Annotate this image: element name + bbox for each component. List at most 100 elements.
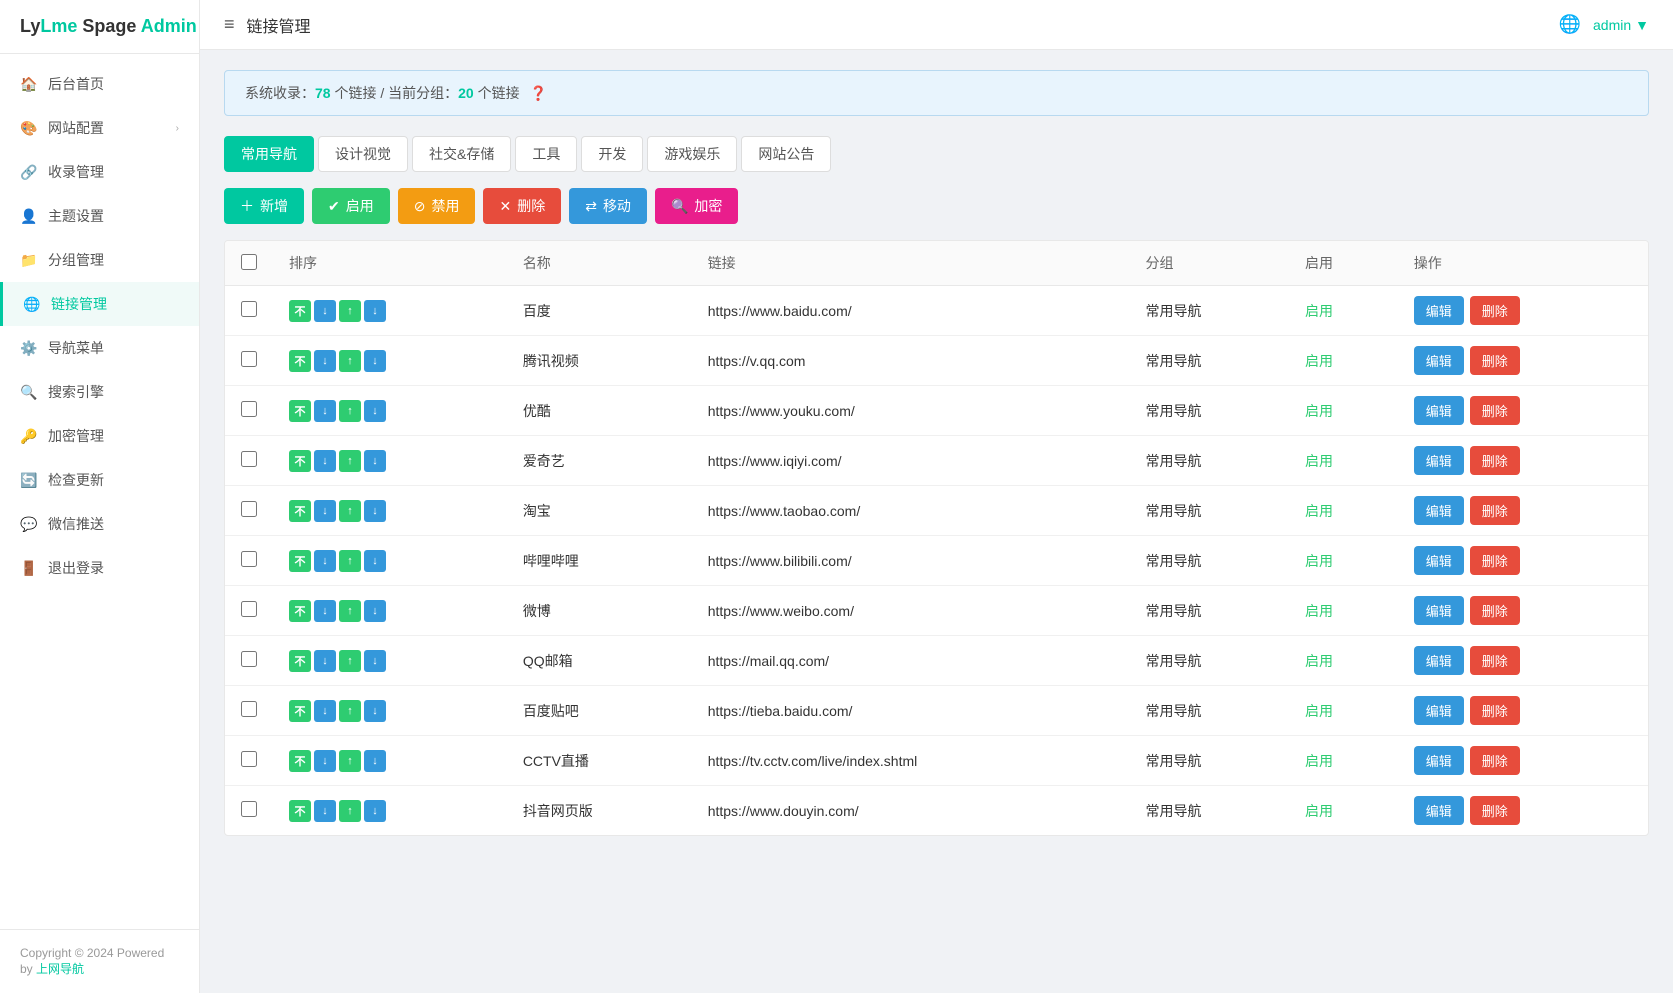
sort-down-2[interactable]: ↓ [364,400,386,422]
sidebar-item-nav-menu[interactable]: ⚙️ 导航菜单 [0,326,199,370]
user-menu[interactable]: admin ▼ [1593,17,1649,33]
sort-bottom-0[interactable]: ↓ [314,300,336,322]
sort-down-1[interactable]: ↓ [364,350,386,372]
select-all-checkbox[interactable] [241,254,257,270]
sort-bottom-8[interactable]: ↓ [314,700,336,722]
delete-button-4[interactable]: 删除 [1470,496,1520,525]
edit-button-6[interactable]: 编辑 [1414,596,1464,625]
sort-top-7[interactable]: 不 [289,650,311,672]
delete-button-3[interactable]: 删除 [1470,446,1520,475]
sort-top-2[interactable]: 不 [289,400,311,422]
enable-button[interactable]: ✔ 启用 [312,188,390,224]
hamburger-icon[interactable]: ≡ [224,14,235,35]
sidebar-item-wechat[interactable]: 💬 微信推送 [0,502,199,546]
sidebar-item-links[interactable]: 🌐 链接管理 [0,282,199,326]
sidebar-item-group[interactable]: 📁 分组管理 [0,238,199,282]
move-button[interactable]: ⇄ 移动 [569,188,647,224]
sort-top-5[interactable]: 不 [289,550,311,572]
sort-top-8[interactable]: 不 [289,700,311,722]
sort-up-0[interactable]: ↑ [339,300,361,322]
row-checkbox-6[interactable] [241,601,257,617]
sidebar-item-dashboard[interactable]: 🏠 后台首页 [0,62,199,106]
help-icon[interactable]: ❓ [530,85,547,101]
sort-up-8[interactable]: ↑ [339,700,361,722]
sort-up-7[interactable]: ↑ [339,650,361,672]
sort-top-1[interactable]: 不 [289,350,311,372]
sort-down-5[interactable]: ↓ [364,550,386,572]
edit-button-9[interactable]: 编辑 [1414,746,1464,775]
row-checkbox-2[interactable] [241,401,257,417]
sidebar-item-logout[interactable]: 🚪 退出登录 [0,546,199,590]
sort-up-1[interactable]: ↑ [339,350,361,372]
sort-bottom-3[interactable]: ↓ [314,450,336,472]
sort-bottom-10[interactable]: ↓ [314,800,336,822]
tab-games[interactable]: 游戏娱乐 [647,136,737,172]
edit-button-2[interactable]: 编辑 [1414,396,1464,425]
sort-up-4[interactable]: ↑ [339,500,361,522]
sort-top-4[interactable]: 不 [289,500,311,522]
sidebar-item-encrypt[interactable]: 🔑 加密管理 [0,414,199,458]
disable-button[interactable]: ⊘ 禁用 [398,188,476,224]
sort-bottom-4[interactable]: ↓ [314,500,336,522]
sort-down-6[interactable]: ↓ [364,600,386,622]
edit-button-0[interactable]: 编辑 [1414,296,1464,325]
row-checkbox-7[interactable] [241,651,257,667]
sort-up-10[interactable]: ↑ [339,800,361,822]
edit-button-10[interactable]: 编辑 [1414,796,1464,825]
row-checkbox-8[interactable] [241,701,257,717]
sort-bottom-5[interactable]: ↓ [314,550,336,572]
row-checkbox-0[interactable] [241,301,257,317]
tab-dev[interactable]: 开发 [581,136,643,172]
tab-social-storage[interactable]: 社交&存储 [412,136,511,172]
row-checkbox-9[interactable] [241,751,257,767]
theme-icon[interactable]: 🌐 [1559,14,1581,35]
sidebar-item-theme[interactable]: 👤 主题设置 [0,194,199,238]
sort-down-4[interactable]: ↓ [364,500,386,522]
delete-button-2[interactable]: 删除 [1470,396,1520,425]
sort-down-0[interactable]: ↓ [364,300,386,322]
row-checkbox-10[interactable] [241,801,257,817]
sort-down-10[interactable]: ↓ [364,800,386,822]
sidebar-item-search[interactable]: 🔍 搜索引擎 [0,370,199,414]
row-checkbox-3[interactable] [241,451,257,467]
sidebar-item-check-update[interactable]: 🔄 检查更新 [0,458,199,502]
edit-button-8[interactable]: 编辑 [1414,696,1464,725]
sort-bottom-7[interactable]: ↓ [314,650,336,672]
sort-top-3[interactable]: 不 [289,450,311,472]
tab-common-nav[interactable]: 常用导航 [224,136,314,172]
edit-button-7[interactable]: 编辑 [1414,646,1464,675]
sort-top-6[interactable]: 不 [289,600,311,622]
delete-button-6[interactable]: 删除 [1470,596,1520,625]
sort-bottom-9[interactable]: ↓ [314,750,336,772]
sort-top-9[interactable]: 不 [289,750,311,772]
delete-button-5[interactable]: 删除 [1470,546,1520,575]
sort-bottom-2[interactable]: ↓ [314,400,336,422]
edit-button-4[interactable]: 编辑 [1414,496,1464,525]
edit-button-1[interactable]: 编辑 [1414,346,1464,375]
delete-button-0[interactable]: 删除 [1470,296,1520,325]
sidebar-item-collection[interactable]: 🔗 收录管理 [0,150,199,194]
delete-button-8[interactable]: 删除 [1470,696,1520,725]
delete-button-7[interactable]: 删除 [1470,646,1520,675]
sort-up-3[interactable]: ↑ [339,450,361,472]
sort-up-6[interactable]: ↑ [339,600,361,622]
sort-up-5[interactable]: ↑ [339,550,361,572]
delete-button-9[interactable]: 删除 [1470,746,1520,775]
tab-site-notice[interactable]: 网站公告 [741,136,831,172]
row-checkbox-1[interactable] [241,351,257,367]
tab-tools[interactable]: 工具 [515,136,577,172]
tab-design-view[interactable]: 设计视觉 [318,136,408,172]
edit-button-3[interactable]: 编辑 [1414,446,1464,475]
sort-bottom-6[interactable]: ↓ [314,600,336,622]
encrypt-button[interactable]: 🔍 加密 [655,188,738,224]
row-checkbox-4[interactable] [241,501,257,517]
sort-down-7[interactable]: ↓ [364,650,386,672]
row-checkbox-5[interactable] [241,551,257,567]
add-button[interactable]: ＋ 新增 [224,188,304,224]
sort-down-8[interactable]: ↓ [364,700,386,722]
sort-down-9[interactable]: ↓ [364,750,386,772]
delete-button-1[interactable]: 删除 [1470,346,1520,375]
sort-up-9[interactable]: ↑ [339,750,361,772]
sort-bottom-1[interactable]: ↓ [314,350,336,372]
footer-link[interactable]: 上网导航 [36,962,84,976]
